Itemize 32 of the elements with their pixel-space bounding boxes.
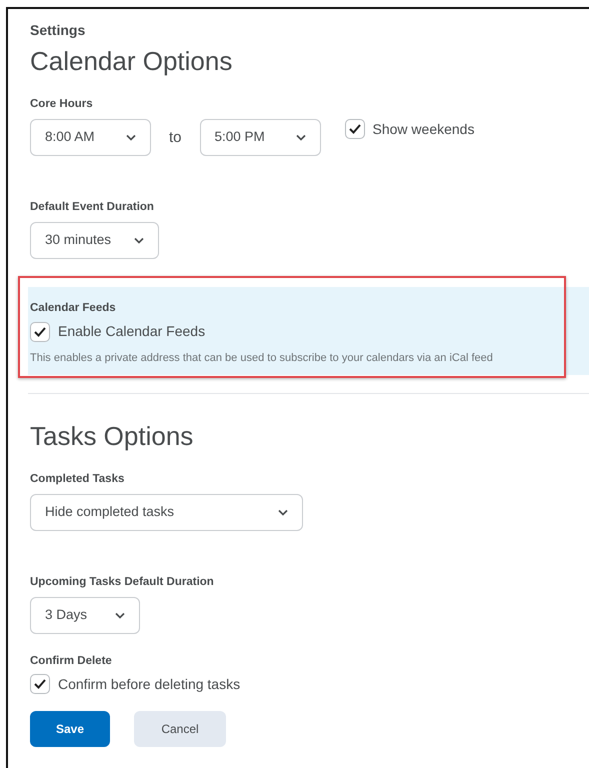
checkbox[interactable] bbox=[30, 322, 50, 342]
checkmark-icon bbox=[34, 326, 46, 336]
chevron-icon bbox=[115, 612, 125, 618]
field-label: Default Event Duration bbox=[30, 200, 154, 214]
checkbox[interactable] bbox=[344, 119, 365, 139]
checkbox[interactable] bbox=[30, 674, 50, 694]
chevron-icon bbox=[278, 508, 288, 516]
section-title: Calendar Options bbox=[30, 45, 234, 77]
checkbox-label: Enable Calendar Feeds bbox=[58, 322, 206, 341]
separator-text: to bbox=[169, 128, 182, 148]
dropdown[interactable]: 30 minutes bbox=[30, 222, 159, 259]
cancel-button[interactable]: Cancel bbox=[134, 710, 226, 746]
dropdown[interactable]: 3 Days bbox=[30, 596, 140, 634]
field-label: Confirm Delete bbox=[30, 654, 112, 668]
chevron-icon bbox=[134, 237, 144, 244]
save-button[interactable]: Save bbox=[30, 710, 110, 746]
chevron-icon bbox=[296, 134, 306, 141]
help-text: This enables a private address that can be used to subscribe to your calendars via an iCal feed bbox=[30, 351, 494, 366]
checkbox-label: Confirm before deleting tasks bbox=[58, 674, 240, 694]
checkbox-label: Show weekends bbox=[372, 120, 474, 139]
dropdown[interactable]: Hide completed tasks bbox=[30, 494, 303, 530]
chevron-icon bbox=[126, 134, 136, 141]
checkmark-icon bbox=[348, 124, 361, 134]
field-label: Upcoming Tasks Default Duration bbox=[30, 574, 214, 588]
section-title: Tasks Options bbox=[30, 420, 194, 452]
breadcrumb: Settings bbox=[30, 21, 86, 39]
field-label: Calendar Feeds bbox=[30, 301, 116, 315]
dropdown[interactable]: 5:00 PM bbox=[200, 119, 321, 156]
field-label: Core Hours bbox=[30, 97, 93, 111]
checkmark-icon bbox=[34, 679, 46, 689]
field-label: Completed Tasks bbox=[30, 472, 124, 486]
dropdown[interactable]: 8:00 AM bbox=[30, 119, 151, 156]
